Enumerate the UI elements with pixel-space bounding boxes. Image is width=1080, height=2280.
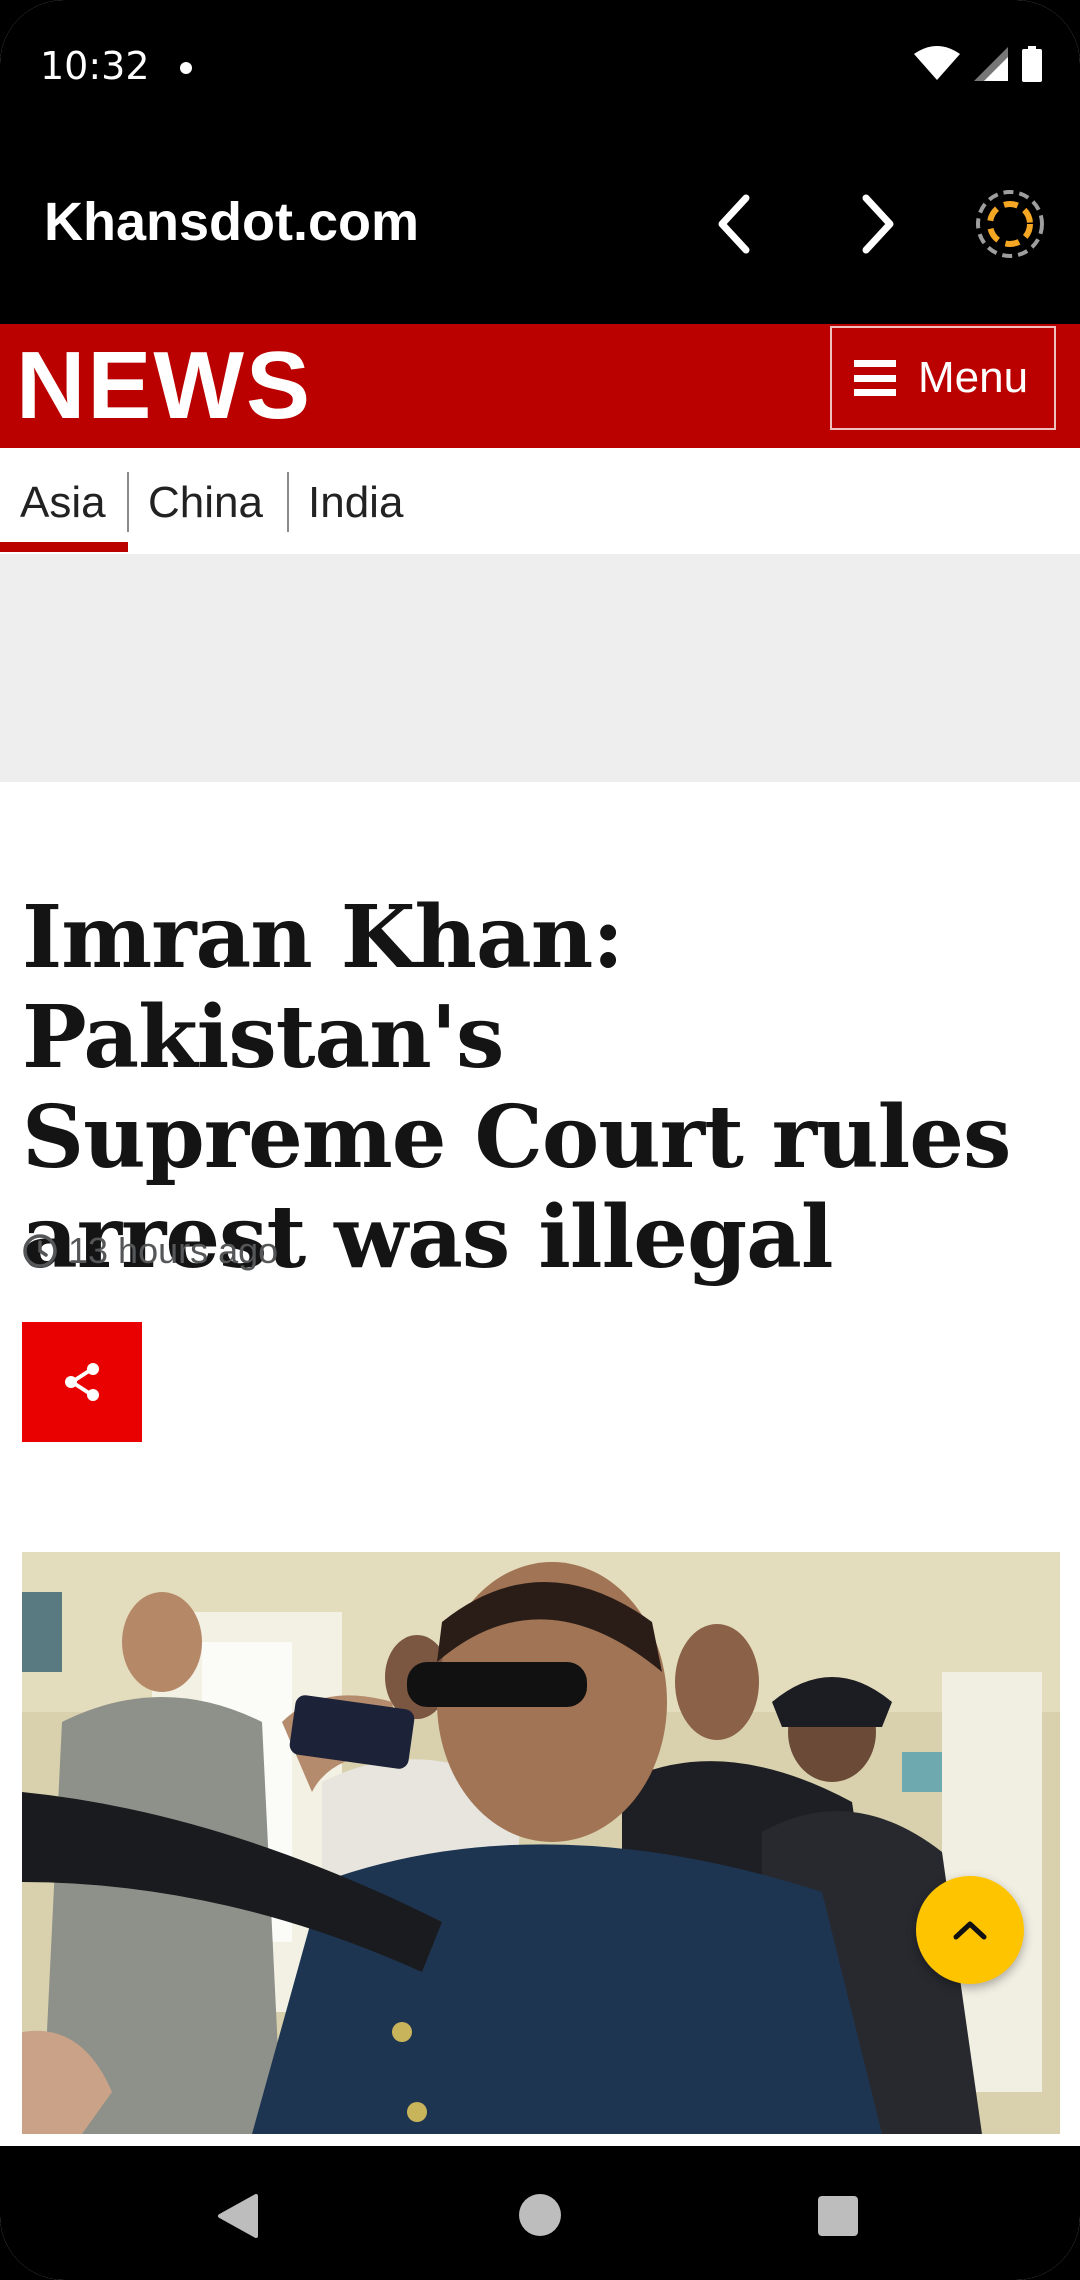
system-nav-bar — [0, 2146, 1080, 2280]
headline-line: Supreme Court rules — [22, 1087, 1011, 1188]
home-circle-icon[interactable] — [519, 2194, 561, 2236]
scroll-to-top-button[interactable] — [916, 1876, 1024, 1984]
phone-screen: 10:32 Khansdot.com NEWS Menu Asia China … — [0, 0, 1080, 2280]
headline-line: Imran Khan: Pakistan's — [22, 887, 624, 1088]
battery-icon — [1022, 46, 1042, 82]
browser-bar: Khansdot.com — [0, 136, 1080, 324]
hamburger-icon — [854, 360, 896, 396]
status-time: 10:32 — [40, 44, 150, 88]
extension-icon[interactable] — [972, 186, 1048, 262]
timestamp-text: 13 hours ago — [68, 1230, 279, 1271]
photo-illustration — [22, 1552, 1060, 2134]
recents-square-icon[interactable] — [818, 2196, 858, 2236]
back-triangle-icon[interactable] — [216, 2192, 260, 2240]
article-timestamp: 13 hours ago — [22, 1230, 278, 1272]
active-tab-indicator — [0, 542, 128, 552]
notification-dot — [180, 62, 192, 74]
share-icon — [65, 1363, 99, 1401]
subnav-divider — [287, 472, 289, 532]
section-subnav: Asia China India — [0, 448, 1080, 554]
subnav-divider — [127, 472, 129, 532]
subnav-item-china[interactable]: China — [148, 478, 263, 528]
article-photo[interactable] — [22, 1552, 1060, 2134]
menu-label: Menu — [918, 353, 1029, 402]
ad-placeholder — [0, 554, 1080, 782]
back-arrow-icon[interactable] — [702, 188, 766, 260]
subnav-item-asia[interactable]: Asia — [20, 478, 106, 528]
news-logo[interactable]: NEWS — [16, 334, 312, 438]
status-icons — [914, 46, 1042, 82]
status-bar: 10:32 — [0, 0, 1080, 136]
wifi-icon — [914, 46, 960, 80]
chevron-up-icon — [953, 1921, 987, 1940]
browser-title: Khansdot.com — [44, 192, 420, 252]
article-headline: Imran Khan: Pakistan's Supreme Court rul… — [22, 888, 1062, 1288]
news-header: NEWS Menu — [0, 324, 1080, 448]
menu-button[interactable]: Menu — [830, 326, 1056, 430]
signal-icon — [974, 47, 1008, 81]
share-button[interactable] — [22, 1322, 142, 1442]
clock-icon — [23, 1234, 57, 1268]
forward-arrow-icon[interactable] — [846, 188, 910, 260]
subnav-item-india[interactable]: India — [308, 478, 403, 528]
